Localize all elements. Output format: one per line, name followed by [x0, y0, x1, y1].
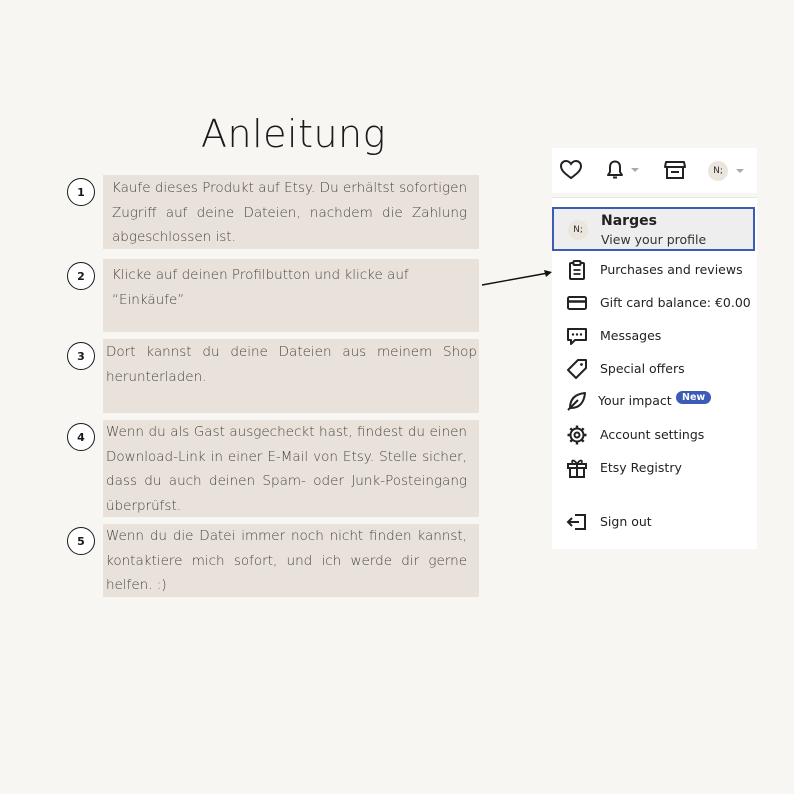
profile-subtitle: View your profile: [601, 232, 707, 247]
step-number-2: 2: [67, 262, 95, 290]
chevron-down-icon[interactable]: [735, 168, 745, 174]
step-number-3: 3: [67, 342, 95, 370]
profile-item[interactable]: N; Narges View your profile: [552, 207, 755, 251]
step-text-3: Dort kannst du deine Dateien aus meinem …: [103, 339, 479, 413]
step-text-2: Klicke auf deinen Profilbutton und klick…: [103, 259, 479, 332]
page-title: Anleitung: [201, 112, 386, 156]
menu-item-your-impact[interactable]: Your impact New: [552, 388, 757, 412]
new-badge: New: [676, 391, 712, 404]
step-text-1: Kaufe dieses Produkt auf Etsy. Du erhält…: [103, 175, 479, 249]
step-number-1: 1: [67, 178, 95, 206]
arrow-icon: [481, 270, 552, 286]
gear-icon: [567, 425, 587, 445]
step-number-4: 4: [67, 423, 95, 451]
step-text-5: Wenn du die Datei immer noch nicht finde…: [103, 524, 479, 597]
menu-item-messages[interactable]: Messages: [552, 323, 757, 347]
step-number-5: 5: [67, 527, 95, 555]
menu-item-account-settings[interactable]: Account settings: [552, 422, 757, 446]
menu-item-gift-card-balance[interactable]: Gift card balance: €0.00: [552, 290, 757, 314]
avatar[interactable]: N;: [708, 161, 728, 181]
profile-name: Narges: [601, 213, 657, 229]
bell-icon[interactable]: [604, 159, 644, 181]
step-text-4: Wenn du als Gast ausgecheckt hast, finde…: [103, 420, 479, 517]
menu-item-etsy-registry[interactable]: Etsy Registry: [552, 455, 757, 479]
menu-item-purchases[interactable]: Purchases and reviews: [552, 257, 757, 281]
etsy-top-bar: N;: [552, 148, 757, 193]
shop-icon[interactable]: [664, 160, 686, 180]
menu-item-sign-out[interactable]: Sign out: [552, 509, 757, 533]
menu-item-special-offers[interactable]: Special offers: [552, 356, 757, 380]
profile-avatar: N;: [568, 220, 588, 240]
profile-dropdown-menu: N; Narges View your profile Purchases an…: [552, 197, 757, 549]
clipboard-icon: [569, 260, 585, 280]
tag-icon: [567, 359, 587, 379]
heart-icon[interactable]: [560, 160, 582, 180]
message-icon: [567, 328, 587, 345]
signout-icon: [566, 514, 586, 530]
gift-icon: [567, 459, 587, 478]
card-icon: [567, 296, 587, 310]
leaf-icon: [567, 392, 586, 411]
